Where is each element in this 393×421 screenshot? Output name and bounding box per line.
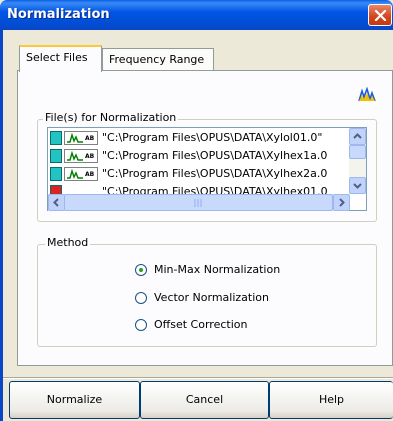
close-button[interactable] xyxy=(368,4,392,26)
icon-tag: AB xyxy=(85,153,95,160)
spectrum-icon: AB xyxy=(64,131,98,145)
spectrum-icon xyxy=(50,131,62,145)
icon-tag: AB xyxy=(85,135,95,142)
radio-min-max[interactable] xyxy=(135,264,147,276)
scroll-down-button[interactable] xyxy=(349,177,366,194)
files-group-label: File(s) for Normalization xyxy=(43,111,179,124)
spectrum-icon xyxy=(50,167,62,181)
scroll-thumb[interactable] xyxy=(64,194,333,211)
radio-vector[interactable] xyxy=(135,292,147,304)
radio-label: Vector Normalization xyxy=(154,291,269,304)
scroll-left-button[interactable] xyxy=(48,194,65,211)
list-item[interactable]: AB "C:\Program Files\OPUS\DATA\Xylol01.0… xyxy=(50,130,350,146)
close-icon xyxy=(374,9,387,22)
tab-label: Select Files xyxy=(26,51,88,64)
scroll-down-icon xyxy=(353,183,362,189)
file-path: "C:\Program Files\OPUS\DATA\Xylhex1a.0 xyxy=(102,149,328,162)
radio-offset[interactable] xyxy=(135,319,147,331)
file-path: "C:\Program Files\OPUS\DATA\Xylol01.0" xyxy=(102,131,323,144)
window-frame xyxy=(0,30,3,421)
icon-tag: AB xyxy=(85,171,95,178)
scroll-thumb[interactable] xyxy=(349,145,366,159)
list-item[interactable]: AB "C:\Program Files\OPUS\DATA\Xylhex1a.… xyxy=(50,148,350,164)
radio-label: Offset Correction xyxy=(154,318,248,331)
method-group-label: Method xyxy=(45,236,91,249)
select-files-icon[interactable] xyxy=(358,87,376,103)
tab-frequency-range[interactable]: Frequency Range xyxy=(102,48,214,70)
spectrum-icon: AB xyxy=(64,167,98,181)
help-button[interactable]: Help xyxy=(269,381,393,419)
radio-label: Min-Max Normalization xyxy=(154,263,281,276)
scroll-up-button[interactable] xyxy=(349,128,366,145)
title-bar: Normalization xyxy=(0,0,393,30)
list-item[interactable]: AB "C:\Program Files\OPUS\DATA\Xylhex2a.… xyxy=(50,166,350,182)
cancel-button[interactable]: Cancel xyxy=(140,381,269,419)
scroll-right-button[interactable] xyxy=(333,194,350,211)
separator xyxy=(3,377,393,379)
normalize-button[interactable]: Normalize xyxy=(9,381,140,419)
vertical-scrollbar[interactable] xyxy=(349,128,366,194)
file-path: "C:\Program Files\OPUS\DATA\Xylhex2a.0 xyxy=(102,167,328,180)
grip-icon xyxy=(194,199,202,207)
scroll-left-icon xyxy=(53,198,59,207)
scroll-up-icon xyxy=(353,133,362,139)
spectrum-icon xyxy=(50,149,62,163)
spectrum-icon: AB xyxy=(64,149,98,163)
horizontal-scrollbar[interactable] xyxy=(48,194,350,211)
tab-label: Frequency Range xyxy=(109,53,205,66)
scroll-right-icon xyxy=(339,198,345,207)
window-title: Normalization xyxy=(7,7,110,22)
tab-select-files[interactable]: Select Files xyxy=(19,45,102,72)
